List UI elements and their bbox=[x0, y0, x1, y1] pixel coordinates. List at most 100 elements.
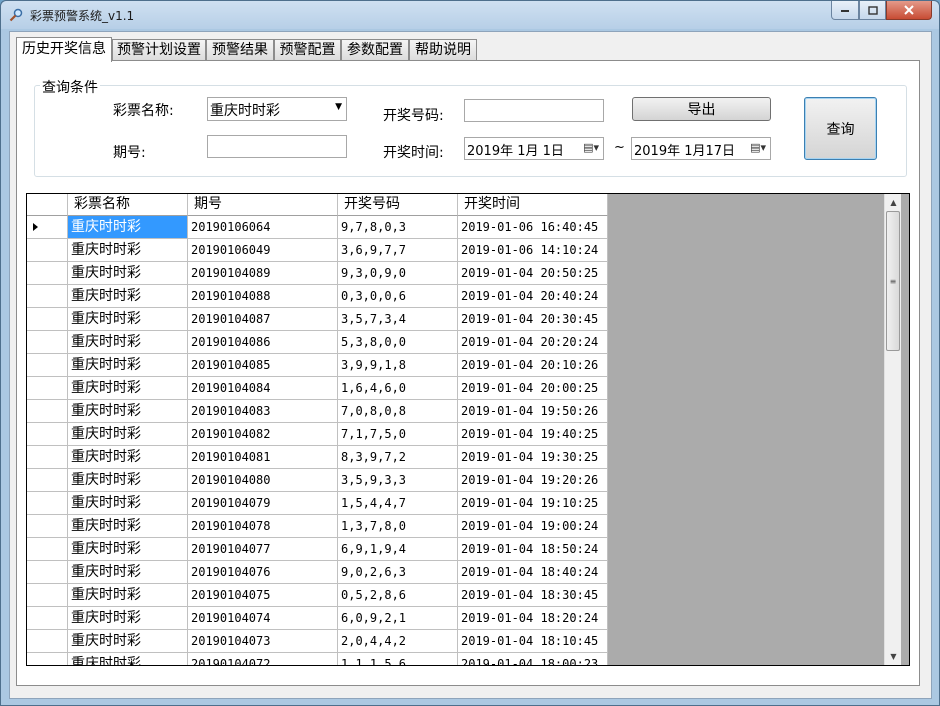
row-header[interactable] bbox=[27, 308, 68, 331]
table-row[interactable]: 重庆时时彩 20190104086 5,3,8,0,0 2019-01-04 20:2… bbox=[27, 331, 608, 354]
cell-issue[interactable]: 20190104074 bbox=[188, 607, 338, 630]
table-row[interactable]: 重庆时时彩 20190104084 1,6,4,6,0 2019-01-04 20:0… bbox=[27, 377, 608, 400]
cell-numbers[interactable]: 7,0,8,0,8 bbox=[338, 400, 458, 423]
cell-time[interactable]: 2019-01-04 19:00:24 bbox=[458, 515, 608, 538]
results-grid[interactable]: 彩票名称 期号 开奖号码 开奖时间 重庆时时彩 20190106064 9,7,8,… bbox=[26, 193, 910, 666]
cell-time[interactable]: 2019-01-04 18:10:45 bbox=[458, 630, 608, 653]
cell-issue[interactable]: 20190104081 bbox=[188, 446, 338, 469]
cell-lottery[interactable]: 重庆时时彩 bbox=[68, 331, 188, 354]
cell-lottery[interactable]: 重庆时时彩 bbox=[68, 285, 188, 308]
row-header[interactable] bbox=[27, 492, 68, 515]
cell-lottery[interactable]: 重庆时时彩 bbox=[68, 469, 188, 492]
cell-time[interactable]: 2019-01-06 14:10:24 bbox=[458, 239, 608, 262]
table-row[interactable]: 重庆时时彩 20190104075 0,5,2,8,6 2019-01-04 18:3… bbox=[27, 584, 608, 607]
cell-issue[interactable]: 20190104089 bbox=[188, 262, 338, 285]
cell-time[interactable]: 2019-01-04 20:30:45 bbox=[458, 308, 608, 331]
cell-time[interactable]: 2019-01-04 19:50:26 bbox=[458, 400, 608, 423]
cell-numbers[interactable]: 0,5,2,8,6 bbox=[338, 584, 458, 607]
table-row[interactable]: 重庆时时彩 20190104085 3,9,9,1,8 2019-01-04 20:1… bbox=[27, 354, 608, 377]
cell-time[interactable]: 2019-01-04 18:30:45 bbox=[458, 584, 608, 607]
cell-issue[interactable]: 20190104075 bbox=[188, 584, 338, 607]
table-row[interactable]: 重庆时时彩 20190104079 1,5,4,4,7 2019-01-04 19:1… bbox=[27, 492, 608, 515]
cell-time[interactable]: 2019-01-04 18:20:24 bbox=[458, 607, 608, 630]
cell-lottery[interactable]: 重庆时时彩 bbox=[68, 308, 188, 331]
tab-help[interactable]: 帮助说明 bbox=[409, 39, 477, 60]
scroll-down-icon[interactable]: ▼ bbox=[885, 648, 902, 665]
cell-issue[interactable]: 20190106049 bbox=[188, 239, 338, 262]
row-header[interactable] bbox=[27, 262, 68, 285]
cell-time[interactable]: 2019-01-04 20:10:26 bbox=[458, 354, 608, 377]
cell-numbers[interactable]: 6,9,1,9,4 bbox=[338, 538, 458, 561]
issue-input[interactable] bbox=[207, 135, 347, 158]
close-button[interactable] bbox=[886, 1, 932, 20]
column-header-issue[interactable]: 期号 bbox=[188, 194, 338, 216]
table-row[interactable]: 重庆时时彩 20190104080 3,5,9,3,3 2019-01-04 19:2… bbox=[27, 469, 608, 492]
cell-issue[interactable]: 20190104083 bbox=[188, 400, 338, 423]
cell-lottery[interactable]: 重庆时时彩 bbox=[68, 538, 188, 561]
cell-time[interactable]: 2019-01-04 18:50:24 bbox=[458, 538, 608, 561]
tab-history[interactable]: 历史开奖信息 bbox=[16, 37, 112, 62]
cell-lottery[interactable]: 重庆时时彩 bbox=[68, 216, 188, 239]
cell-numbers[interactable]: 5,3,8,0,0 bbox=[338, 331, 458, 354]
cell-time[interactable]: 2019-01-04 19:40:25 bbox=[458, 423, 608, 446]
cell-lottery[interactable]: 重庆时时彩 bbox=[68, 423, 188, 446]
column-header-lottery[interactable]: 彩票名称 bbox=[68, 194, 188, 216]
row-header[interactable] bbox=[27, 446, 68, 469]
title-bar[interactable]: 彩票预警系统_v1.1 bbox=[1, 1, 939, 29]
scroll-thumb[interactable]: ≡ bbox=[886, 211, 900, 351]
row-header[interactable] bbox=[27, 400, 68, 423]
column-header-numbers[interactable]: 开奖号码 bbox=[338, 194, 458, 216]
cell-issue[interactable]: 20190104087 bbox=[188, 308, 338, 331]
cell-numbers[interactable]: 1,6,4,6,0 bbox=[338, 377, 458, 400]
row-header[interactable] bbox=[27, 653, 68, 665]
table-row[interactable]: 重庆时时彩 20190104076 9,0,2,6,3 2019-01-04 18:4… bbox=[27, 561, 608, 584]
cell-issue[interactable]: 20190104072 bbox=[188, 653, 338, 665]
date-from-picker[interactable]: 2019年 1月 1日 ▤▾ bbox=[464, 137, 604, 160]
minimize-button[interactable] bbox=[831, 1, 859, 20]
table-row[interactable]: 重庆时时彩 20190104073 2,0,4,4,2 2019-01-04 18:1… bbox=[27, 630, 608, 653]
cell-numbers[interactable]: 3,5,9,3,3 bbox=[338, 469, 458, 492]
export-button[interactable]: 导出 bbox=[632, 97, 771, 121]
cell-time[interactable]: 2019-01-04 18:00:23 bbox=[458, 653, 608, 665]
table-row[interactable]: 重庆时时彩 20190104078 1,3,7,8,0 2019-01-04 19:0… bbox=[27, 515, 608, 538]
cell-time[interactable]: 2019-01-04 20:00:25 bbox=[458, 377, 608, 400]
row-header[interactable] bbox=[27, 584, 68, 607]
cell-issue[interactable]: 20190104078 bbox=[188, 515, 338, 538]
cell-numbers[interactable]: 3,6,9,7,7 bbox=[338, 239, 458, 262]
cell-time[interactable]: 2019-01-04 19:20:26 bbox=[458, 469, 608, 492]
row-header[interactable] bbox=[27, 354, 68, 377]
cell-lottery[interactable]: 重庆时时彩 bbox=[68, 354, 188, 377]
row-header[interactable] bbox=[27, 630, 68, 653]
table-row[interactable]: 重庆时时彩 20190104088 0,3,0,0,6 2019-01-04 20:4… bbox=[27, 285, 608, 308]
cell-lottery[interactable]: 重庆时时彩 bbox=[68, 400, 188, 423]
row-header[interactable] bbox=[27, 469, 68, 492]
cell-numbers[interactable]: 3,9,9,1,8 bbox=[338, 354, 458, 377]
table-row[interactable]: 重庆时时彩 20190104081 8,3,9,7,2 2019-01-04 19:3… bbox=[27, 446, 608, 469]
table-row[interactable]: 重庆时时彩 20190104087 3,5,7,3,4 2019-01-04 20:3… bbox=[27, 308, 608, 331]
table-row[interactable]: 重庆时时彩 20190104077 6,9,1,9,4 2019-01-04 18:5… bbox=[27, 538, 608, 561]
cell-lottery[interactable]: 重庆时时彩 bbox=[68, 262, 188, 285]
table-row[interactable]: 重庆时时彩 20190104074 6,0,9,2,1 2019-01-04 18:2… bbox=[27, 607, 608, 630]
table-row[interactable]: 重庆时时彩 20190106049 3,6,9,7,7 2019-01-06 14:1… bbox=[27, 239, 608, 262]
query-button[interactable]: 查询 bbox=[804, 97, 877, 160]
cell-issue[interactable]: 20190104079 bbox=[188, 492, 338, 515]
cell-issue[interactable]: 20190104082 bbox=[188, 423, 338, 446]
cell-lottery[interactable]: 重庆时时彩 bbox=[68, 607, 188, 630]
cell-lottery[interactable]: 重庆时时彩 bbox=[68, 446, 188, 469]
lottery-name-combo[interactable]: 重庆时时彩 ▼ bbox=[207, 97, 347, 121]
row-header[interactable] bbox=[27, 538, 68, 561]
cell-issue[interactable]: 20190104088 bbox=[188, 285, 338, 308]
date-to-picker[interactable]: 2019年 1月17日 ▤▾ bbox=[631, 137, 771, 160]
table-row[interactable]: 重庆时时彩 20190104083 7,0,8,0,8 2019-01-04 19:5… bbox=[27, 400, 608, 423]
cell-time[interactable]: 2019-01-06 16:40:45 bbox=[458, 216, 608, 239]
table-row[interactable]: 重庆时时彩 20190104072 1,1,1,5,6 2019-01-04 18:0… bbox=[27, 653, 608, 665]
row-header[interactable] bbox=[27, 607, 68, 630]
cell-numbers[interactable]: 8,3,9,7,2 bbox=[338, 446, 458, 469]
scroll-up-icon[interactable]: ▲ bbox=[885, 194, 902, 211]
column-header-time[interactable]: 开奖时间 bbox=[458, 194, 608, 216]
cell-time[interactable]: 2019-01-04 19:10:25 bbox=[458, 492, 608, 515]
row-header[interactable] bbox=[27, 377, 68, 400]
cell-numbers[interactable]: 1,5,4,4,7 bbox=[338, 492, 458, 515]
cell-issue[interactable]: 20190104084 bbox=[188, 377, 338, 400]
cell-issue[interactable]: 20190106064 bbox=[188, 216, 338, 239]
